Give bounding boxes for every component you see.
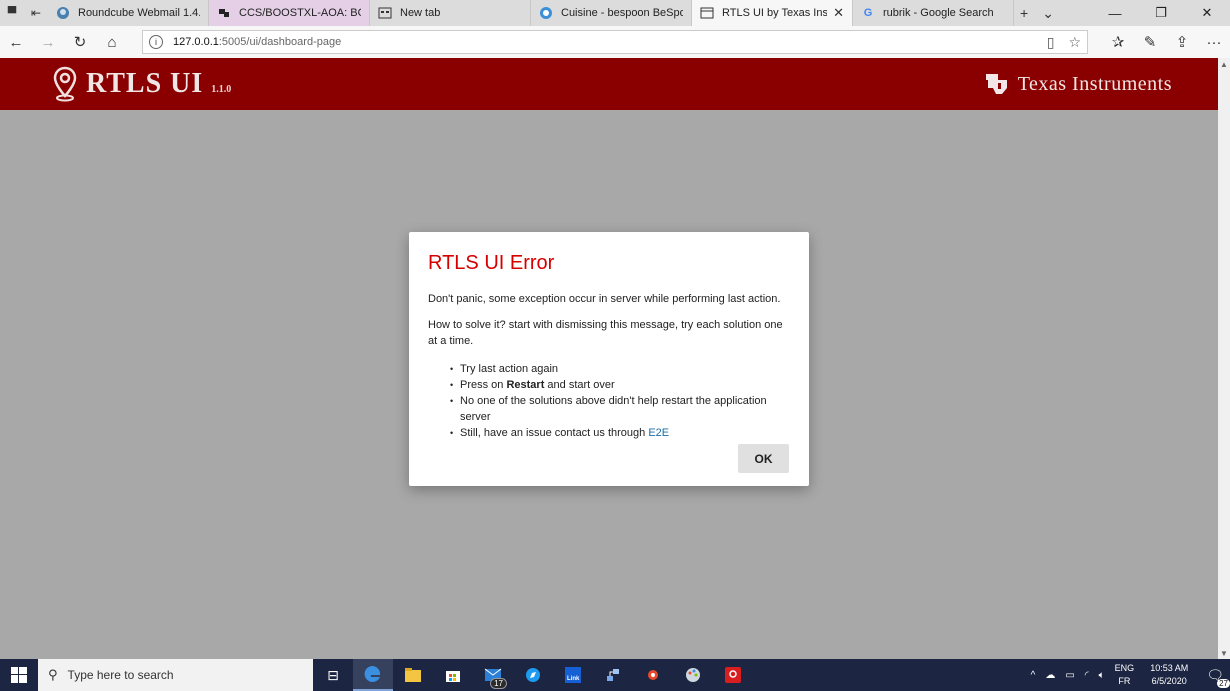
vertical-scrollbar[interactable]: ▲ ▼ xyxy=(1218,58,1230,659)
forward-icon[interactable]: → xyxy=(32,26,64,58)
notes-pen-icon[interactable]: ✎ xyxy=(1134,26,1166,58)
language-indicator[interactable]: ENG FR xyxy=(1115,662,1135,688)
solution-list: Try last action again Press on Restart a… xyxy=(450,361,790,441)
dialog-instructions: How to solve it? start with dismissing t… xyxy=(428,319,783,347)
share-icon[interactable]: ⇪ xyxy=(1166,26,1198,58)
tab-actions: + ⌄ xyxy=(1020,0,1054,26)
google-icon: G xyxy=(863,7,873,19)
dialog-message: Don't panic, some exception occur in ser… xyxy=(428,293,781,305)
address-bar[interactable]: i 127.0.0.1:5005/ui/dashboard-page ▯ ☆ xyxy=(142,30,1088,54)
taskbar-search[interactable]: ⚲ Type here to search xyxy=(38,659,313,691)
list-item: Try last action again xyxy=(450,361,790,377)
system-tray: ^ ☁ ▭ ◜ 🔈︎ ENG FR 10:53 AM 6/5/2020 🗨︎ 27 xyxy=(1031,662,1230,688)
volume-icon[interactable]: 🔈︎ xyxy=(1099,670,1105,681)
edge-icon[interactable] xyxy=(353,659,393,691)
battery-icon[interactable]: ▭ xyxy=(1065,670,1074,681)
favorite-star-icon[interactable]: ☆ xyxy=(1068,34,1081,51)
tab-title: RTLS UI by Texas Instrur xyxy=(722,7,828,19)
app-compass-icon[interactable] xyxy=(513,659,553,691)
location-pin-icon xyxy=(52,66,78,102)
tab-title: Roundcube Webmail 1.4.3 :: xyxy=(78,7,200,19)
newtab-icon xyxy=(378,6,392,20)
error-dialog: RTLS UI Error Don't panic, some exceptio… xyxy=(409,232,809,486)
minimize-icon[interactable]: — xyxy=(1092,0,1138,26)
windows-logo-icon xyxy=(11,667,27,683)
app-header: RTLS UI 1.1.0 Texas Instruments xyxy=(0,58,1218,110)
tab-google[interactable]: G rubrik - Google Search xyxy=(853,0,1014,26)
tab-bespoon[interactable]: Cuisine - bespoon BeSpoon xyxy=(531,0,692,26)
restart-emphasis: Restart xyxy=(506,379,545,391)
list-item: No one of the solutions above didn't hel… xyxy=(450,393,790,425)
navigation-bar: ← → ↻ ⌂ i 127.0.0.1:5005/ui/dashboard-pa… xyxy=(0,26,1230,58)
bespoon-icon xyxy=(539,6,553,20)
tab-list-chevron-icon[interactable]: ⌄ xyxy=(1042,5,1054,22)
search-placeholder: Type here to search xyxy=(67,668,174,682)
more-menu-icon[interactable]: ··· xyxy=(1198,26,1230,58)
back-icon[interactable]: ← xyxy=(0,26,32,58)
close-tab-icon[interactable]: ✕ xyxy=(833,5,844,21)
home-icon[interactable]: ⌂ xyxy=(96,26,128,58)
svg-text:Link: Link xyxy=(567,676,580,682)
tab-roundcube[interactable]: Roundcube Webmail 1.4.3 :: xyxy=(48,0,209,26)
scroll-down-icon[interactable]: ▼ xyxy=(1218,647,1230,659)
e2e-link[interactable]: E2E xyxy=(648,427,669,439)
ti-icon xyxy=(217,6,231,20)
tab-ccs[interactable]: CCS/BOOSTXL-AOA: BOOS1 xyxy=(209,0,370,26)
ok-button[interactable]: OK xyxy=(738,444,789,473)
tab-title: New tab xyxy=(400,7,441,19)
page-icon xyxy=(700,6,714,20)
scroll-up-icon[interactable]: ▲ xyxy=(1218,58,1230,70)
paint-app-icon[interactable] xyxy=(673,659,713,691)
refresh-icon[interactable]: ↻ xyxy=(64,26,96,58)
app-brand: RTLS UI xyxy=(86,68,204,99)
new-tab-icon[interactable]: + xyxy=(1020,5,1028,21)
mail-icon[interactable]: 17 xyxy=(473,659,513,691)
toolbar-right: ✰ ✎ ⇪ ··· xyxy=(1102,26,1230,58)
show-hidden-icons-chevron-icon[interactable]: ^ xyxy=(1031,670,1036,681)
task-view-icon[interactable]: ⊟ xyxy=(313,659,353,691)
vendor-logo: Texas Instruments xyxy=(984,71,1172,97)
snail-app-icon[interactable] xyxy=(633,659,673,691)
page-backdrop: RTLS UI 1.1.0 Texas Instruments RTLS UI … xyxy=(0,58,1218,659)
app-version: 1.1.0 xyxy=(211,83,232,95)
roundcube-icon xyxy=(56,6,70,20)
texas-instruments-logo-icon xyxy=(984,71,1010,97)
tab-manager-icon[interactable]: ▀ xyxy=(0,0,24,26)
site-info-icon[interactable]: i xyxy=(149,35,163,49)
tab-title: CCS/BOOSTXL-AOA: BOOS1 xyxy=(239,7,361,19)
reading-view-icon[interactable]: ▯ xyxy=(1047,34,1055,51)
restore-icon[interactable]: ❐ xyxy=(1138,0,1184,26)
search-icon: ⚲ xyxy=(48,667,58,682)
notifications-icon[interactable]: 🗨︎ 27 xyxy=(1206,667,1230,688)
window-controls: — ❐ ✕ xyxy=(1092,0,1230,26)
taskbar: ⚲ Type here to search ⊟ 17 Link ^ ☁ ▭ ◜ … xyxy=(0,659,1230,691)
mail-badge: 17 xyxy=(490,678,507,689)
notification-count: 27 xyxy=(1217,678,1230,688)
tab-title: Cuisine - bespoon BeSpoon xyxy=(561,7,683,19)
onedrive-cloud-icon[interactable]: ☁ xyxy=(1045,670,1055,681)
dialog-title: RTLS UI Error xyxy=(428,252,555,274)
jlink-icon[interactable]: Link xyxy=(553,659,593,691)
location-app-icon[interactable] xyxy=(713,659,753,691)
tabs-aside-icon[interactable]: ⇤ xyxy=(24,0,48,26)
network-app-icon[interactable] xyxy=(593,659,633,691)
clock[interactable]: 10:53 AM 6/5/2020 xyxy=(1150,662,1188,688)
url-text[interactable]: 127.0.0.1:5005/ui/dashboard-page xyxy=(173,36,1033,48)
wifi-icon[interactable]: ◜ xyxy=(1085,670,1089,681)
vendor-name: Texas Instruments xyxy=(1017,72,1172,95)
list-item: Still, have an issue contact us through … xyxy=(450,425,790,441)
start-button[interactable] xyxy=(0,659,38,691)
list-item: Press on Restart and start over xyxy=(450,377,790,393)
tab-rtls[interactable]: RTLS UI by Texas Instrur ✕ xyxy=(692,0,853,26)
close-window-icon[interactable]: ✕ xyxy=(1184,0,1230,26)
tab-title: rubrik - Google Search xyxy=(883,7,994,19)
file-explorer-icon[interactable] xyxy=(393,659,433,691)
favorites-icon[interactable]: ✰ xyxy=(1102,26,1134,58)
tab-new[interactable]: New tab xyxy=(370,0,531,26)
store-icon[interactable] xyxy=(433,659,473,691)
tab-strip: ▀ ⇤ Roundcube Webmail 1.4.3 :: CCS/BOOST… xyxy=(0,0,1230,26)
